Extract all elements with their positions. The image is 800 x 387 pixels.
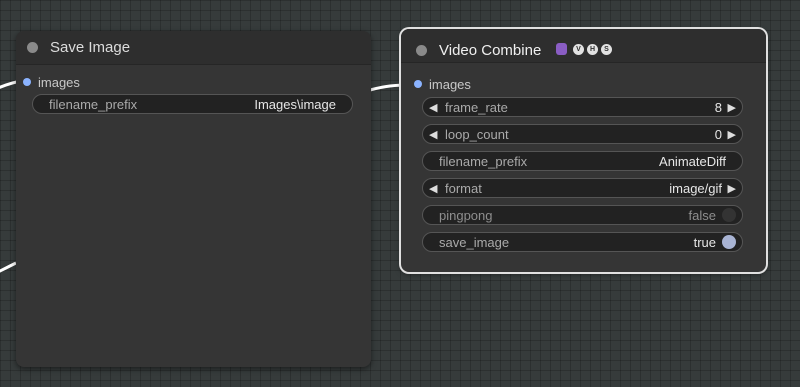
images-input-slot-icon[interactable] [23,78,31,86]
frame-rate-widget[interactable]: ◀ frame_rate 8 ▶ [422,97,743,117]
filename-prefix-value: AnimateDiff [659,154,726,169]
pingpong-label: pingpong [439,208,493,223]
link-wire-left-bottom[interactable] [0,261,17,273]
vhs-mascot-icon [556,43,567,55]
increment-arrow-icon[interactable]: ▶ [728,101,736,114]
vhs-badge-s-icon: S [601,44,612,55]
frame-rate-value: 8 [714,100,722,115]
video-combine-node[interactable]: Video Combine V H S images ◀ frame_rate … [401,29,766,272]
loop-count-value: 0 [714,127,722,142]
filename-prefix-widget[interactable]: filename_prefix AnimateDiff [422,151,743,171]
filename-prefix-value: Images\image [254,97,336,112]
save-image-label: save_image [439,235,510,250]
images-input-label: images [38,75,80,90]
toggle-knob-on-icon[interactable] [722,235,736,249]
pingpong-toggle[interactable]: pingpong false [422,205,743,225]
next-arrow-icon[interactable]: ▶ [728,182,736,195]
collapse-dot-icon[interactable] [27,42,38,53]
vhs-badge-h-icon: H [587,44,598,55]
loop-count-widget[interactable]: ◀ loop_count 0 ▶ [422,124,743,144]
save-image-node[interactable]: Save Image images filename_prefix Images… [16,31,371,367]
collapse-dot-icon[interactable] [416,45,427,56]
images-input-slot-icon[interactable] [414,80,422,88]
pingpong-value: false [688,208,716,223]
decrement-arrow-icon[interactable]: ◀ [429,128,437,141]
increment-arrow-icon[interactable]: ▶ [728,128,736,141]
decrement-arrow-icon[interactable]: ◀ [429,101,437,114]
toggle-knob-off-icon[interactable] [722,208,736,222]
filename-prefix-widget[interactable]: filename_prefix Images\image [32,94,353,114]
save-image-toggle[interactable]: save_image true [422,232,743,252]
node-title: Video Combine [439,42,542,59]
format-value: image/gif [669,181,722,196]
filename-prefix-label: filename_prefix [49,97,138,112]
vhs-badge-v-icon: V [573,44,584,55]
save-image-title-bar[interactable]: Save Image [16,31,371,65]
node-title: Save Image [50,39,131,56]
loop-count-label: loop_count [445,127,509,142]
format-label: format [445,181,482,196]
images-input-label: images [429,77,471,92]
filename-prefix-label: filename_prefix [439,154,528,169]
video-combine-title-bar[interactable]: Video Combine V H S [401,29,766,63]
format-widget[interactable]: ◀ format image/gif ▶ [422,178,743,198]
previous-arrow-icon[interactable]: ◀ [429,182,437,195]
save-image-value: true [693,235,716,250]
frame-rate-label: frame_rate [445,100,508,115]
